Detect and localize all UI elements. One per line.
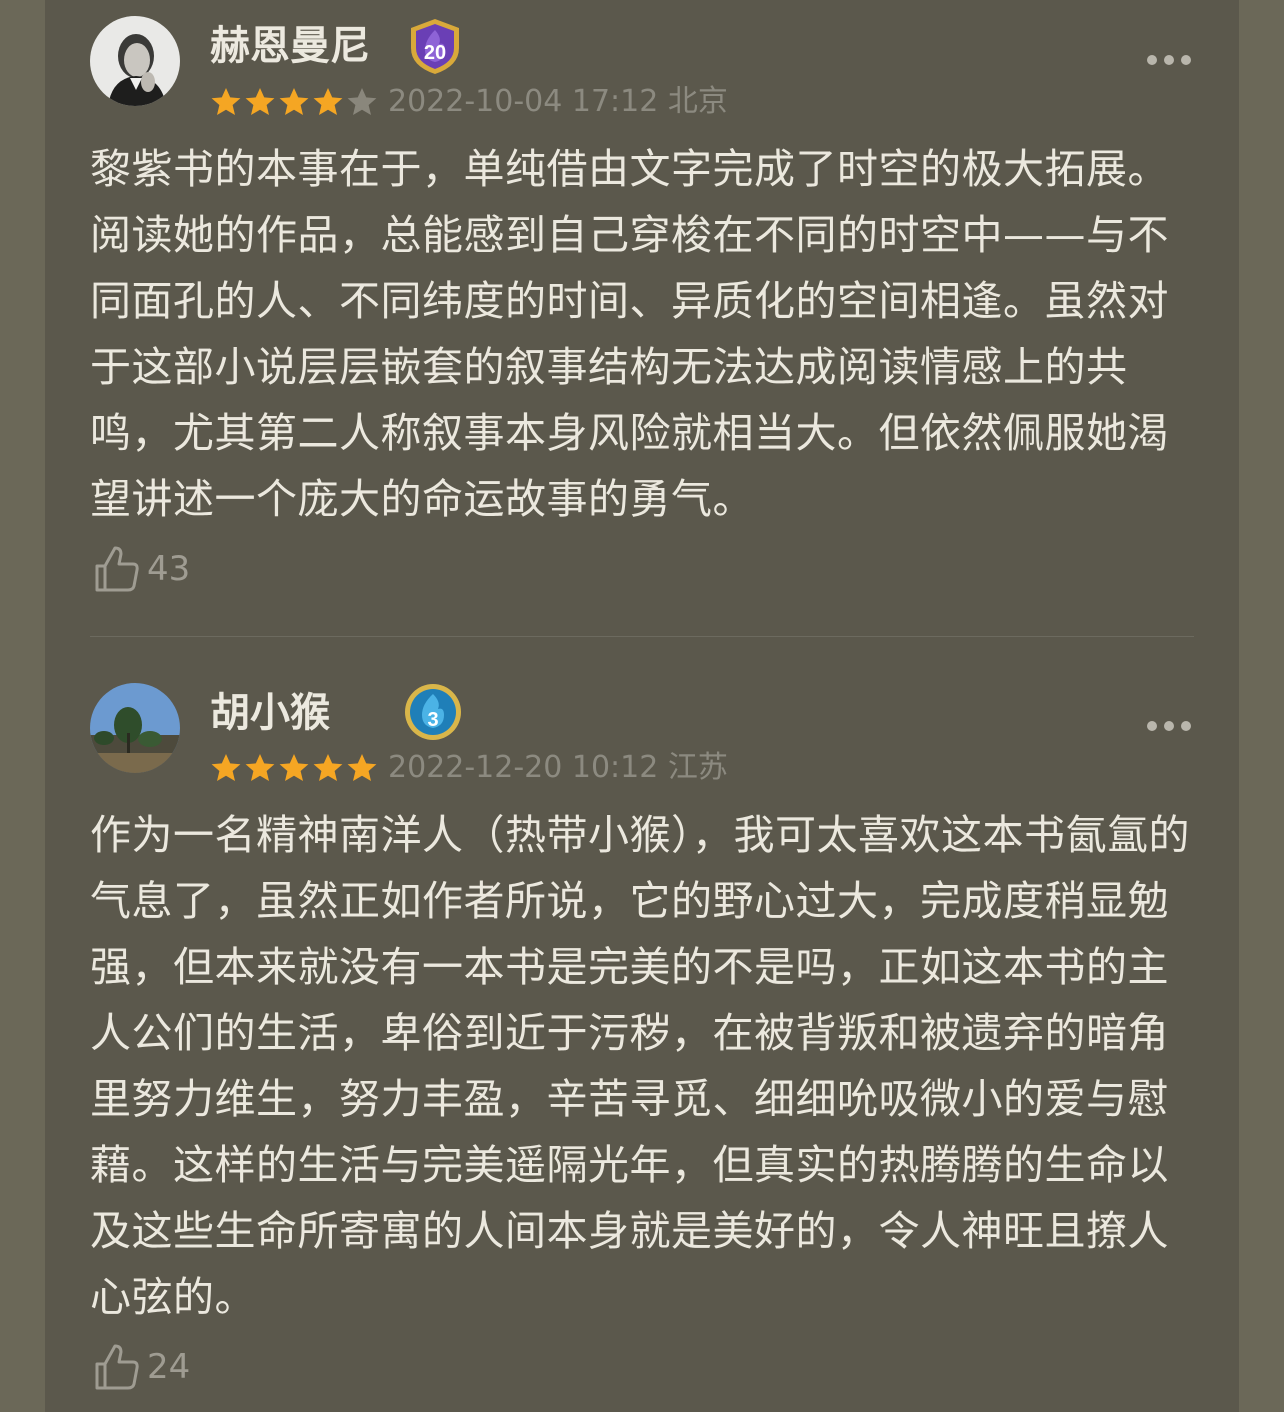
star-filled-icon — [313, 754, 343, 781]
level-number: 3 — [427, 709, 438, 731]
star-filled-icon — [279, 754, 309, 781]
star-filled-icon — [313, 88, 343, 115]
thumbs-up-icon — [95, 1344, 139, 1390]
divider — [90, 636, 1194, 637]
dot-icon — [1164, 721, 1174, 731]
star-filled-icon — [279, 88, 309, 115]
dot-icon — [1147, 721, 1157, 731]
dot-icon — [1181, 55, 1191, 65]
thumbs-up-icon — [95, 546, 139, 592]
star-filled-icon — [245, 754, 275, 781]
review-text: 作为一名精神南洋人（热带小猴），我可太喜欢这本书氤氲的气息了，虽然正如作者所说，… — [90, 811, 1190, 1321]
dot-icon — [1147, 55, 1157, 65]
more-options-button[interactable] — [1147, 720, 1191, 732]
star-empty-icon — [347, 88, 377, 115]
like-count: 24 — [147, 1347, 191, 1387]
star-filled-icon — [211, 88, 241, 115]
star-filled-icon — [347, 754, 377, 781]
like-count: 43 — [147, 549, 191, 589]
star-rating — [210, 86, 378, 120]
dot-icon — [1164, 55, 1174, 65]
username[interactable]: 赫恩曼尼 — [210, 22, 370, 70]
star-filled-icon — [245, 88, 275, 115]
review-meta: 2022-10-04 17:12 北京 — [388, 84, 728, 119]
dot-icon — [1181, 721, 1191, 731]
level-badge: 3 — [403, 682, 463, 742]
username[interactable]: 胡小猴 — [210, 689, 330, 737]
star-rating — [210, 752, 378, 786]
more-options-button[interactable] — [1147, 54, 1191, 66]
reviews-panel: 赫恩曼尼 20 2022-10-04 17:12 北京 黎紫书的本事在于，单纯借… — [45, 0, 1239, 1412]
avatar[interactable] — [90, 16, 180, 106]
avatar[interactable] — [90, 683, 180, 773]
like-button[interactable]: 24 — [93, 1341, 190, 1393]
like-button[interactable]: 43 — [93, 543, 190, 595]
level-number: 20 — [424, 42, 446, 64]
star-filled-icon — [211, 754, 241, 781]
level-badge: 20 — [405, 16, 465, 76]
review-meta: 2022-12-20 10:12 江苏 — [388, 750, 728, 785]
review-text: 黎紫书的本事在于，单纯借由文字完成了时空的极大拓展。阅读她的作品，总能感到自己穿… — [90, 145, 1169, 523]
